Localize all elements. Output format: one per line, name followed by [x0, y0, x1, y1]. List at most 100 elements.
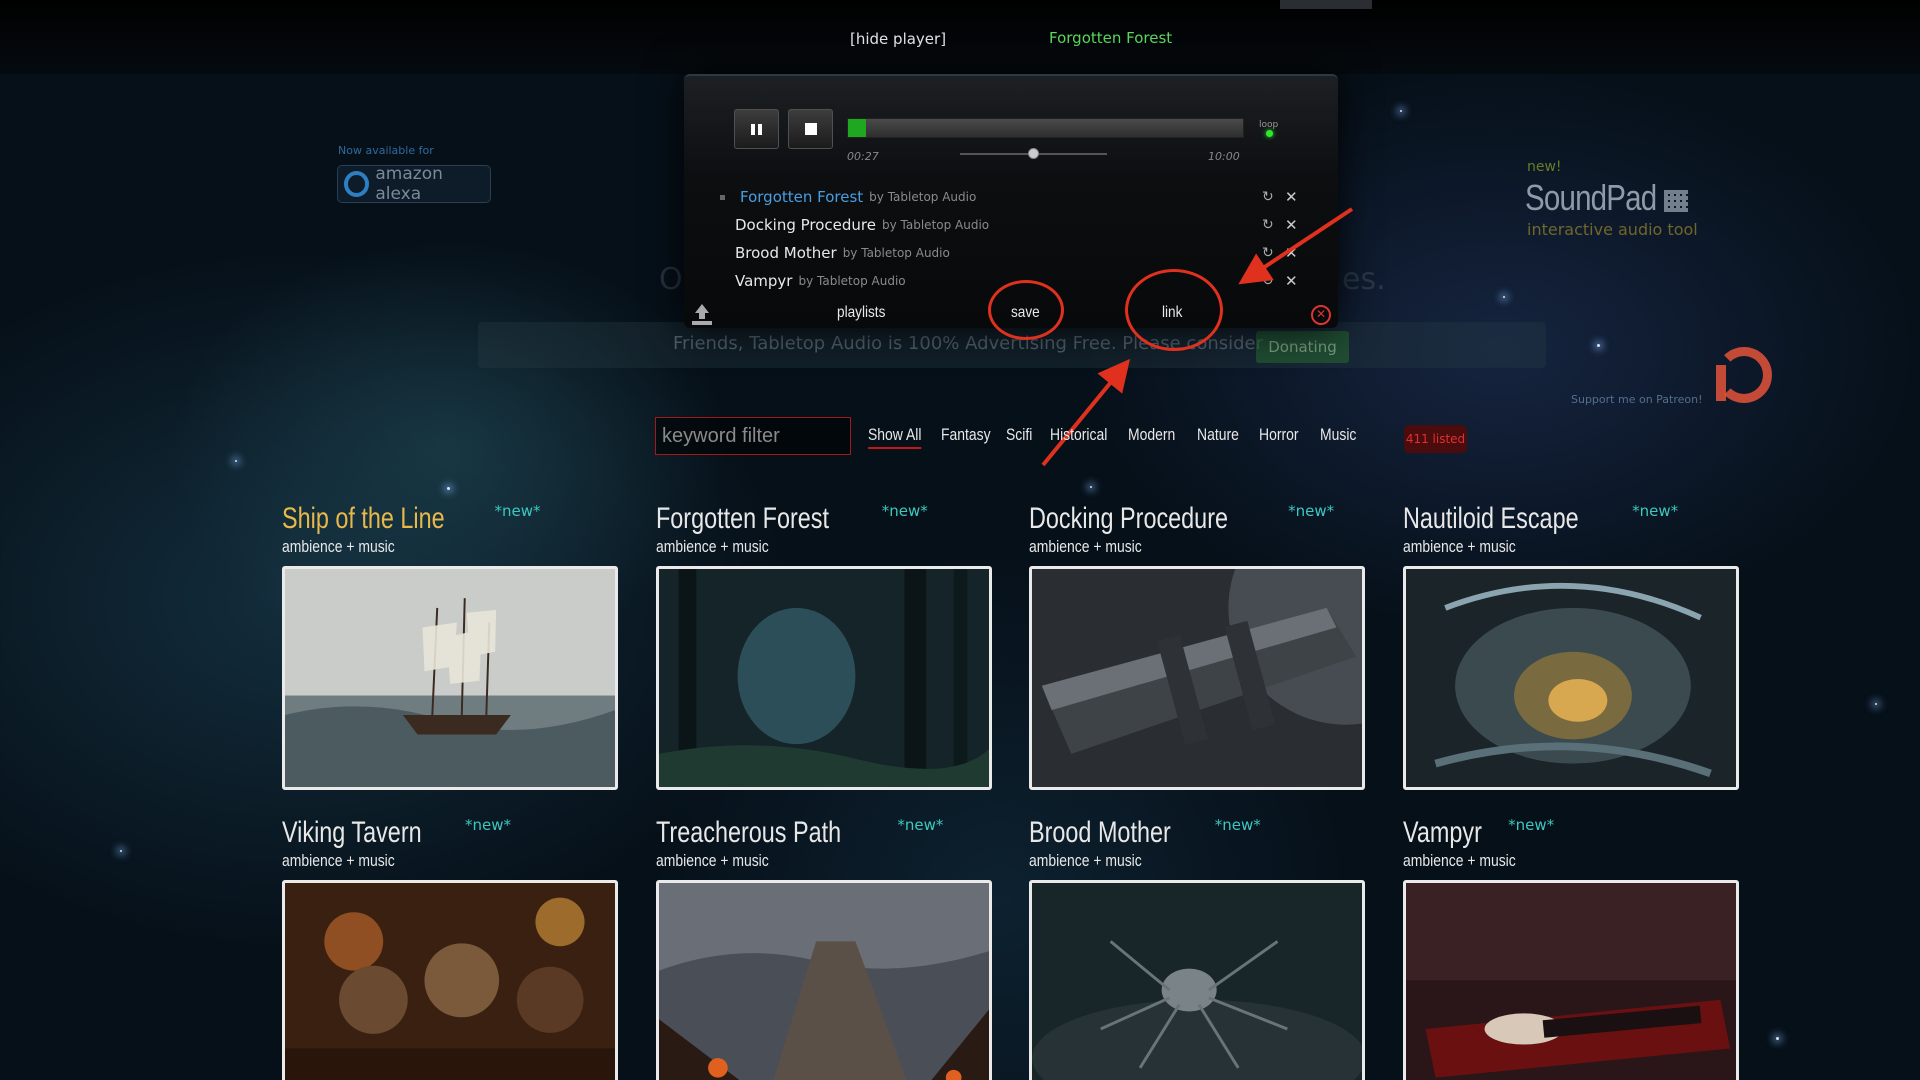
playing-indicator-icon	[720, 195, 725, 200]
album-tile: Treacherous Path *new* ambience + music	[656, 816, 992, 1080]
playlist-item-author: by Tabletop Audio	[798, 274, 906, 288]
remove-icon[interactable]: ✕	[1285, 216, 1298, 234]
patreon-label[interactable]: Support me on Patreon!	[1571, 393, 1703, 406]
playlist-item-title[interactable]: Vampyr	[735, 272, 792, 290]
remove-icon[interactable]: ✕	[1285, 244, 1298, 262]
playlist-item-title[interactable]: Docking Procedure	[735, 216, 876, 234]
album-title[interactable]: Ship of the Line	[282, 502, 445, 536]
playlist: Forgotten Forest by Tabletop Audio ↻ ✕ Docki…	[684, 183, 1338, 295]
album-title[interactable]: Forgotten Forest	[656, 502, 829, 536]
album-subtitle: ambience + music	[282, 537, 395, 556]
filter-music[interactable]: Music	[1320, 425, 1356, 445]
soundpad-new-label: new!	[1527, 159, 1562, 175]
playlists-button[interactable]: playlists	[837, 304, 885, 322]
album-cover-image[interactable]	[282, 880, 618, 1080]
soundpad-subtitle: interactive audio tool	[1527, 220, 1698, 239]
remove-icon[interactable]: ✕	[1285, 272, 1298, 290]
pause-icon	[751, 123, 762, 135]
playlist-item[interactable]: Forgotten Forest by Tabletop Audio ↻ ✕	[684, 183, 1338, 211]
close-player-icon[interactable]: ✕	[1311, 305, 1331, 325]
soundpad-grid-icon	[1664, 190, 1688, 212]
time-current: 00:27	[847, 150, 879, 163]
album-tile: Forgotten Forest *new* ambience + music	[656, 502, 992, 790]
album-title[interactable]: Brood Mother	[1029, 816, 1171, 850]
album-subtitle: ambience + music	[1029, 537, 1142, 556]
new-badge: *new*	[897, 816, 944, 834]
album-cover-image[interactable]	[656, 880, 992, 1080]
album-cover-image[interactable]	[282, 566, 618, 790]
loop-label: loop	[1259, 120, 1279, 130]
playlist-item-title[interactable]: Forgotten Forest	[740, 188, 863, 206]
donate-button[interactable]: Donating	[1256, 331, 1349, 363]
stop-button[interactable]	[788, 109, 833, 149]
playlist-item-author: by Tabletop Audio	[842, 246, 950, 260]
album-title[interactable]: Viking Tavern	[282, 816, 422, 850]
filter-show-all[interactable]: Show All	[868, 425, 922, 449]
playlist-item[interactable]: Brood Mother by Tabletop Audio ↻ ✕	[684, 239, 1338, 267]
album-title[interactable]: Vampyr	[1403, 816, 1482, 850]
remove-icon[interactable]: ✕	[1285, 188, 1298, 206]
annotation-circle-link	[1125, 269, 1223, 351]
filter-horror[interactable]: Horror	[1259, 425, 1299, 445]
loop-toggle[interactable]	[1266, 130, 1273, 137]
alexa-badge-label: amazon alexa	[375, 164, 443, 204]
filter-historical[interactable]: Historical	[1050, 425, 1107, 445]
album-tile: Vampyr *new* ambience + music	[1403, 816, 1739, 1080]
progress-fill	[848, 119, 866, 137]
album-tile: Viking Tavern *new* ambience + music	[282, 816, 618, 1080]
album-subtitle: ambience + music	[656, 851, 769, 870]
repeat-icon[interactable]: ↻	[1262, 189, 1274, 205]
album-cover-image[interactable]	[1403, 880, 1739, 1080]
alexa-badge[interactable]: amazon alexa	[337, 164, 491, 204]
album-cover-image[interactable]	[656, 566, 992, 790]
new-badge: *new*	[881, 502, 928, 520]
now-playing-title: Forgotten Forest	[1049, 29, 1173, 47]
album-cover-image[interactable]	[1403, 566, 1739, 790]
filter-modern[interactable]: Modern	[1128, 425, 1175, 445]
keyword-filter-input[interactable]	[655, 417, 851, 455]
new-badge: *new*	[494, 502, 541, 520]
album-subtitle: ambience + music	[1029, 851, 1142, 870]
playlist-item-author: by Tabletop Audio	[882, 218, 990, 232]
stop-icon	[804, 123, 817, 135]
annotation-arrow-link-bottom	[1041, 358, 1131, 467]
listed-count-badge: 411 listed	[1404, 425, 1467, 453]
new-badge: *new*	[1632, 502, 1679, 520]
filter-nature[interactable]: Nature	[1197, 425, 1239, 445]
album-title[interactable]: Treacherous Path	[656, 816, 841, 850]
repeat-icon[interactable]: ↻	[1262, 217, 1274, 233]
album-cover-image[interactable]	[1029, 566, 1365, 790]
alexa-available-label: Now available for	[338, 144, 434, 157]
background-heading-fragment-left: O	[659, 262, 683, 297]
playlist-item[interactable]: Docking Procedure by Tabletop Audio ↻ ✕	[684, 211, 1338, 239]
repeat-icon[interactable]: ↻	[1262, 245, 1274, 261]
album-subtitle: ambience + music	[282, 851, 395, 870]
new-badge: *new*	[1288, 502, 1335, 520]
playlist-item-title[interactable]: Brood Mother	[735, 244, 837, 262]
album-title[interactable]: Docking Procedure	[1029, 502, 1228, 536]
new-badge: *new*	[1214, 816, 1261, 834]
annotation-circle-save	[988, 280, 1064, 340]
repeat-icon[interactable]: ↻	[1262, 273, 1274, 289]
soundpad-logo[interactable]: SoundPad	[1525, 177, 1657, 219]
album-subtitle: ambience + music	[656, 537, 769, 556]
upload-icon[interactable]	[691, 304, 713, 326]
top-bar: [hide player] Forgotten Forest	[0, 0, 1920, 74]
patreon-logo-icon[interactable]	[1712, 345, 1776, 405]
progress-bar[interactable]	[847, 118, 1244, 138]
album-cover-image[interactable]	[1029, 880, 1365, 1080]
alexa-ring-icon	[344, 171, 370, 197]
album-subtitle: ambience + music	[1403, 851, 1516, 870]
volume-slider[interactable]	[960, 148, 1107, 159]
playlist-item-author: by Tabletop Audio	[869, 190, 977, 204]
album-title[interactable]: Nautiloid Escape	[1403, 502, 1579, 536]
pause-button[interactable]	[734, 109, 779, 149]
album-tile: Brood Mother *new* ambience + music	[1029, 816, 1365, 1080]
filter-fantasy[interactable]: Fantasy	[941, 425, 991, 445]
album-tile: Nautiloid Escape *new* ambience + music	[1403, 502, 1739, 790]
top-tab-handle[interactable]	[1280, 0, 1372, 9]
new-badge: *new*	[1508, 816, 1555, 834]
hide-player-link[interactable]: [hide player]	[850, 30, 946, 48]
volume-knob[interactable]	[1027, 148, 1039, 159]
filter-scifi[interactable]: Scifi	[1006, 425, 1032, 445]
